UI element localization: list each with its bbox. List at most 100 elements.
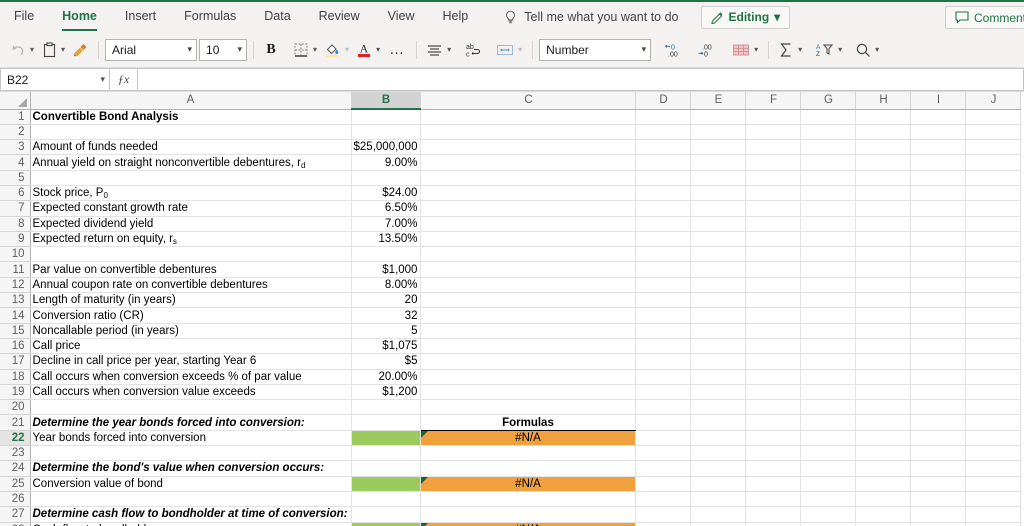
cell-D10[interactable] (635, 246, 692, 263)
cell-F22[interactable] (745, 430, 802, 447)
cell-H26[interactable] (855, 491, 912, 508)
ribbon-tab-view[interactable]: View (374, 1, 429, 33)
cell-I13[interactable] (910, 292, 967, 309)
cell-A18[interactable]: Call occurs when conversion exceeds % of… (30, 369, 352, 385)
cell-C1[interactable] (420, 109, 637, 125)
row-header-18[interactable]: 18 (0, 369, 31, 385)
cell-G20[interactable] (800, 399, 857, 416)
cell-E24[interactable] (690, 460, 747, 477)
cell-A11[interactable]: Par value on convertible debentures (30, 261, 352, 278)
cell-I18[interactable] (910, 369, 967, 385)
cell-C6[interactable] (420, 185, 637, 202)
cell-I19[interactable] (910, 384, 967, 401)
font-name-select[interactable]: Arial ▾ (105, 38, 198, 61)
cell-J21[interactable] (965, 414, 1022, 431)
cell-I23[interactable] (910, 445, 967, 462)
row-header-27[interactable]: 27 (0, 506, 31, 523)
cell-B19[interactable]: $1,200 (351, 384, 422, 401)
cell-H2[interactable] (855, 124, 912, 141)
cell-J5[interactable] (965, 170, 1022, 186)
cell-H8[interactable] (855, 216, 912, 232)
cell-A23[interactable] (30, 445, 352, 462)
cell-D2[interactable] (635, 124, 692, 141)
cell-F4[interactable] (745, 154, 802, 171)
cell-H22[interactable] (855, 430, 912, 447)
cell-B16[interactable]: $1,075 (351, 338, 422, 355)
cell-E14[interactable] (690, 307, 747, 324)
cell-G16[interactable] (800, 338, 857, 355)
cell-B13[interactable]: 20 (351, 292, 422, 309)
cell-J25[interactable] (965, 476, 1022, 492)
cell-G10[interactable] (800, 246, 857, 263)
font-size-select[interactable]: 10 ▾ (199, 38, 248, 61)
row-header-11[interactable]: 11 (0, 261, 31, 278)
cell-E6[interactable] (690, 185, 747, 202)
row-header-10[interactable]: 10 (0, 246, 31, 263)
cell-B18[interactable]: 20.00% (351, 369, 422, 385)
cell-I14[interactable] (910, 307, 967, 324)
cell-F28[interactable] (745, 522, 802, 526)
row-header-19[interactable]: 19 (0, 384, 31, 401)
cell-H27[interactable] (855, 506, 912, 523)
cell-G25[interactable] (800, 476, 857, 492)
cell-A6[interactable]: Stock price, P0 (30, 185, 352, 202)
merge-dropdown-chevron-icon[interactable]: ▾ (517, 45, 526, 54)
cell-H3[interactable] (855, 139, 912, 156)
cell-H28[interactable] (855, 522, 912, 526)
row-header-22[interactable]: 22 (0, 430, 31, 447)
cell-F13[interactable] (745, 292, 802, 309)
wrap-text-button[interactable]: ab c (461, 38, 485, 62)
decrease-decimal-button[interactable]: .00 0 (694, 38, 719, 62)
cell-E1[interactable] (690, 109, 747, 125)
cell-J3[interactable] (965, 139, 1022, 156)
cell-E22[interactable] (690, 430, 747, 447)
cell-F10[interactable] (745, 246, 802, 263)
cell-E21[interactable] (690, 414, 747, 431)
cell-E5[interactable] (690, 170, 747, 186)
cell-E10[interactable] (690, 246, 747, 263)
cell-B7[interactable]: 6.50% (351, 200, 422, 217)
cell-E17[interactable] (690, 353, 747, 370)
row-header-14[interactable]: 14 (0, 307, 31, 324)
cell-B24[interactable] (351, 460, 422, 477)
cell-A10[interactable] (30, 246, 352, 263)
cell-B25[interactable] (351, 476, 422, 492)
undo-dropdown-chevron-icon[interactable]: ▾ (29, 45, 38, 54)
cell-F23[interactable] (745, 445, 802, 462)
cell-H9[interactable] (855, 231, 912, 248)
cell-G22[interactable] (800, 430, 857, 447)
cell-I27[interactable] (910, 506, 967, 523)
find-button[interactable] (852, 38, 874, 62)
cell-A24[interactable]: Determine the bond's value when conversi… (30, 460, 352, 477)
cell-I25[interactable] (910, 476, 967, 492)
cell-J11[interactable] (965, 261, 1022, 278)
cell-A21[interactable]: Determine the year bonds forced into con… (30, 414, 352, 431)
cell-D20[interactable] (635, 399, 692, 416)
cell-F2[interactable] (745, 124, 802, 141)
cell-A8[interactable]: Expected dividend yield (30, 216, 352, 232)
cell-H23[interactable] (855, 445, 912, 462)
cell-H14[interactable] (855, 307, 912, 324)
cell-H7[interactable] (855, 200, 912, 217)
cell-A27[interactable]: Determine cash flow to bondholder at tim… (30, 506, 352, 523)
cell-G13[interactable] (800, 292, 857, 309)
row-header-2[interactable]: 2 (0, 124, 31, 141)
cell-A26[interactable] (30, 491, 352, 508)
cell-J4[interactable] (965, 154, 1022, 171)
cell-C9[interactable] (420, 231, 637, 248)
cell-G7[interactable] (800, 200, 857, 217)
cell-J23[interactable] (965, 445, 1022, 462)
cell-G4[interactable] (800, 154, 857, 171)
cell-H17[interactable] (855, 353, 912, 370)
cell-H5[interactable] (855, 170, 912, 186)
cell-J20[interactable] (965, 399, 1022, 416)
merge-cells-button[interactable] (493, 38, 517, 62)
cell-J12[interactable] (965, 277, 1022, 294)
column-header-F[interactable]: F (745, 92, 802, 110)
more-formatting-options-button[interactable]: … (384, 41, 410, 58)
cell-G5[interactable] (800, 170, 857, 186)
cell-A4[interactable]: Annual yield on straight nonconvertible … (30, 154, 352, 171)
cell-C28[interactable]: #N/A (420, 522, 637, 526)
cell-C11[interactable] (420, 261, 637, 278)
insert-function-button[interactable]: ƒx (110, 68, 138, 91)
